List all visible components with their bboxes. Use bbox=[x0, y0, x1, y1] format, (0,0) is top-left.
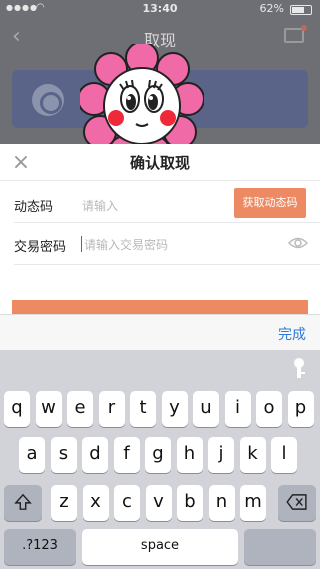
return-key[interactable] bbox=[244, 529, 316, 565]
key-e[interactable]: e bbox=[67, 391, 93, 427]
delete-key[interactable] bbox=[278, 485, 316, 521]
key-v[interactable]: v bbox=[145, 485, 172, 521]
key-a[interactable]: a bbox=[19, 437, 45, 473]
dialog-title: 确认取现 bbox=[129, 154, 190, 172]
confirm-withdraw-dialog: × 确认取现 动态码 请输入 获取动态码 交易密码 请输入交易密码 bbox=[0, 144, 320, 314]
key-i[interactable]: i bbox=[224, 391, 251, 427]
space-key[interactable]: space bbox=[82, 529, 238, 565]
key-g[interactable]: g bbox=[145, 437, 171, 473]
key-c[interactable]: c bbox=[114, 485, 140, 521]
password-label: 交易密码 bbox=[14, 240, 67, 255]
numbers-key[interactable]: .?123 bbox=[4, 529, 76, 565]
key-n[interactable]: n bbox=[208, 485, 235, 521]
bank-logo-icon bbox=[32, 84, 64, 116]
key-b[interactable]: b bbox=[177, 485, 203, 521]
key-x[interactable]: x bbox=[82, 485, 109, 521]
key-l[interactable]: l bbox=[271, 437, 297, 473]
key-j[interactable]: j bbox=[208, 437, 234, 473]
get-code-button[interactable]: 获取动态码 bbox=[234, 188, 306, 218]
status-bar: ●●●● ◠ 13:40 62% bbox=[0, 0, 320, 18]
key-y[interactable]: y bbox=[161, 391, 188, 427]
key-k[interactable]: k bbox=[239, 437, 266, 473]
shift-icon bbox=[14, 493, 32, 510]
key-m[interactable]: m bbox=[240, 485, 266, 521]
battery-percent: 62% bbox=[259, 2, 284, 15]
text-cursor bbox=[81, 236, 82, 252]
done-button[interactable]: 完成 bbox=[278, 324, 306, 344]
keyboard-toolbar: 完成 bbox=[0, 314, 320, 350]
key-t[interactable]: t bbox=[130, 391, 156, 427]
divider bbox=[0, 180, 320, 181]
key-u[interactable]: u bbox=[193, 391, 219, 427]
key-q[interactable]: q bbox=[4, 391, 30, 427]
message-icon[interactable] bbox=[284, 25, 307, 43]
key-p[interactable]: p bbox=[287, 391, 314, 427]
eye-icon[interactable] bbox=[288, 236, 308, 250]
sticker-face bbox=[103, 67, 181, 145]
key-f[interactable]: f bbox=[113, 437, 140, 473]
key-r[interactable]: r bbox=[98, 391, 125, 427]
key-icon[interactable] bbox=[288, 356, 310, 380]
battery-icon bbox=[290, 5, 312, 15]
key-s[interactable]: s bbox=[50, 437, 77, 473]
key-d[interactable]: d bbox=[82, 437, 108, 473]
key-h[interactable]: h bbox=[176, 437, 203, 473]
key-z[interactable]: z bbox=[51, 485, 77, 521]
divider bbox=[14, 264, 320, 265]
shift-key[interactable] bbox=[4, 485, 42, 521]
password-input[interactable]: 请输入交易密码 bbox=[84, 236, 168, 253]
confirm-button[interactable] bbox=[12, 300, 308, 314]
key-o[interactable]: o bbox=[256, 391, 282, 427]
divider bbox=[14, 222, 320, 223]
delete-icon bbox=[286, 494, 307, 510]
key-w[interactable]: w bbox=[35, 391, 62, 427]
code-label: 动态码 bbox=[14, 200, 54, 215]
code-input[interactable]: 请输入 bbox=[82, 197, 118, 214]
keyboard: qwertyuiop asdfghjkl zxcvbnm .?123 space bbox=[0, 350, 320, 569]
